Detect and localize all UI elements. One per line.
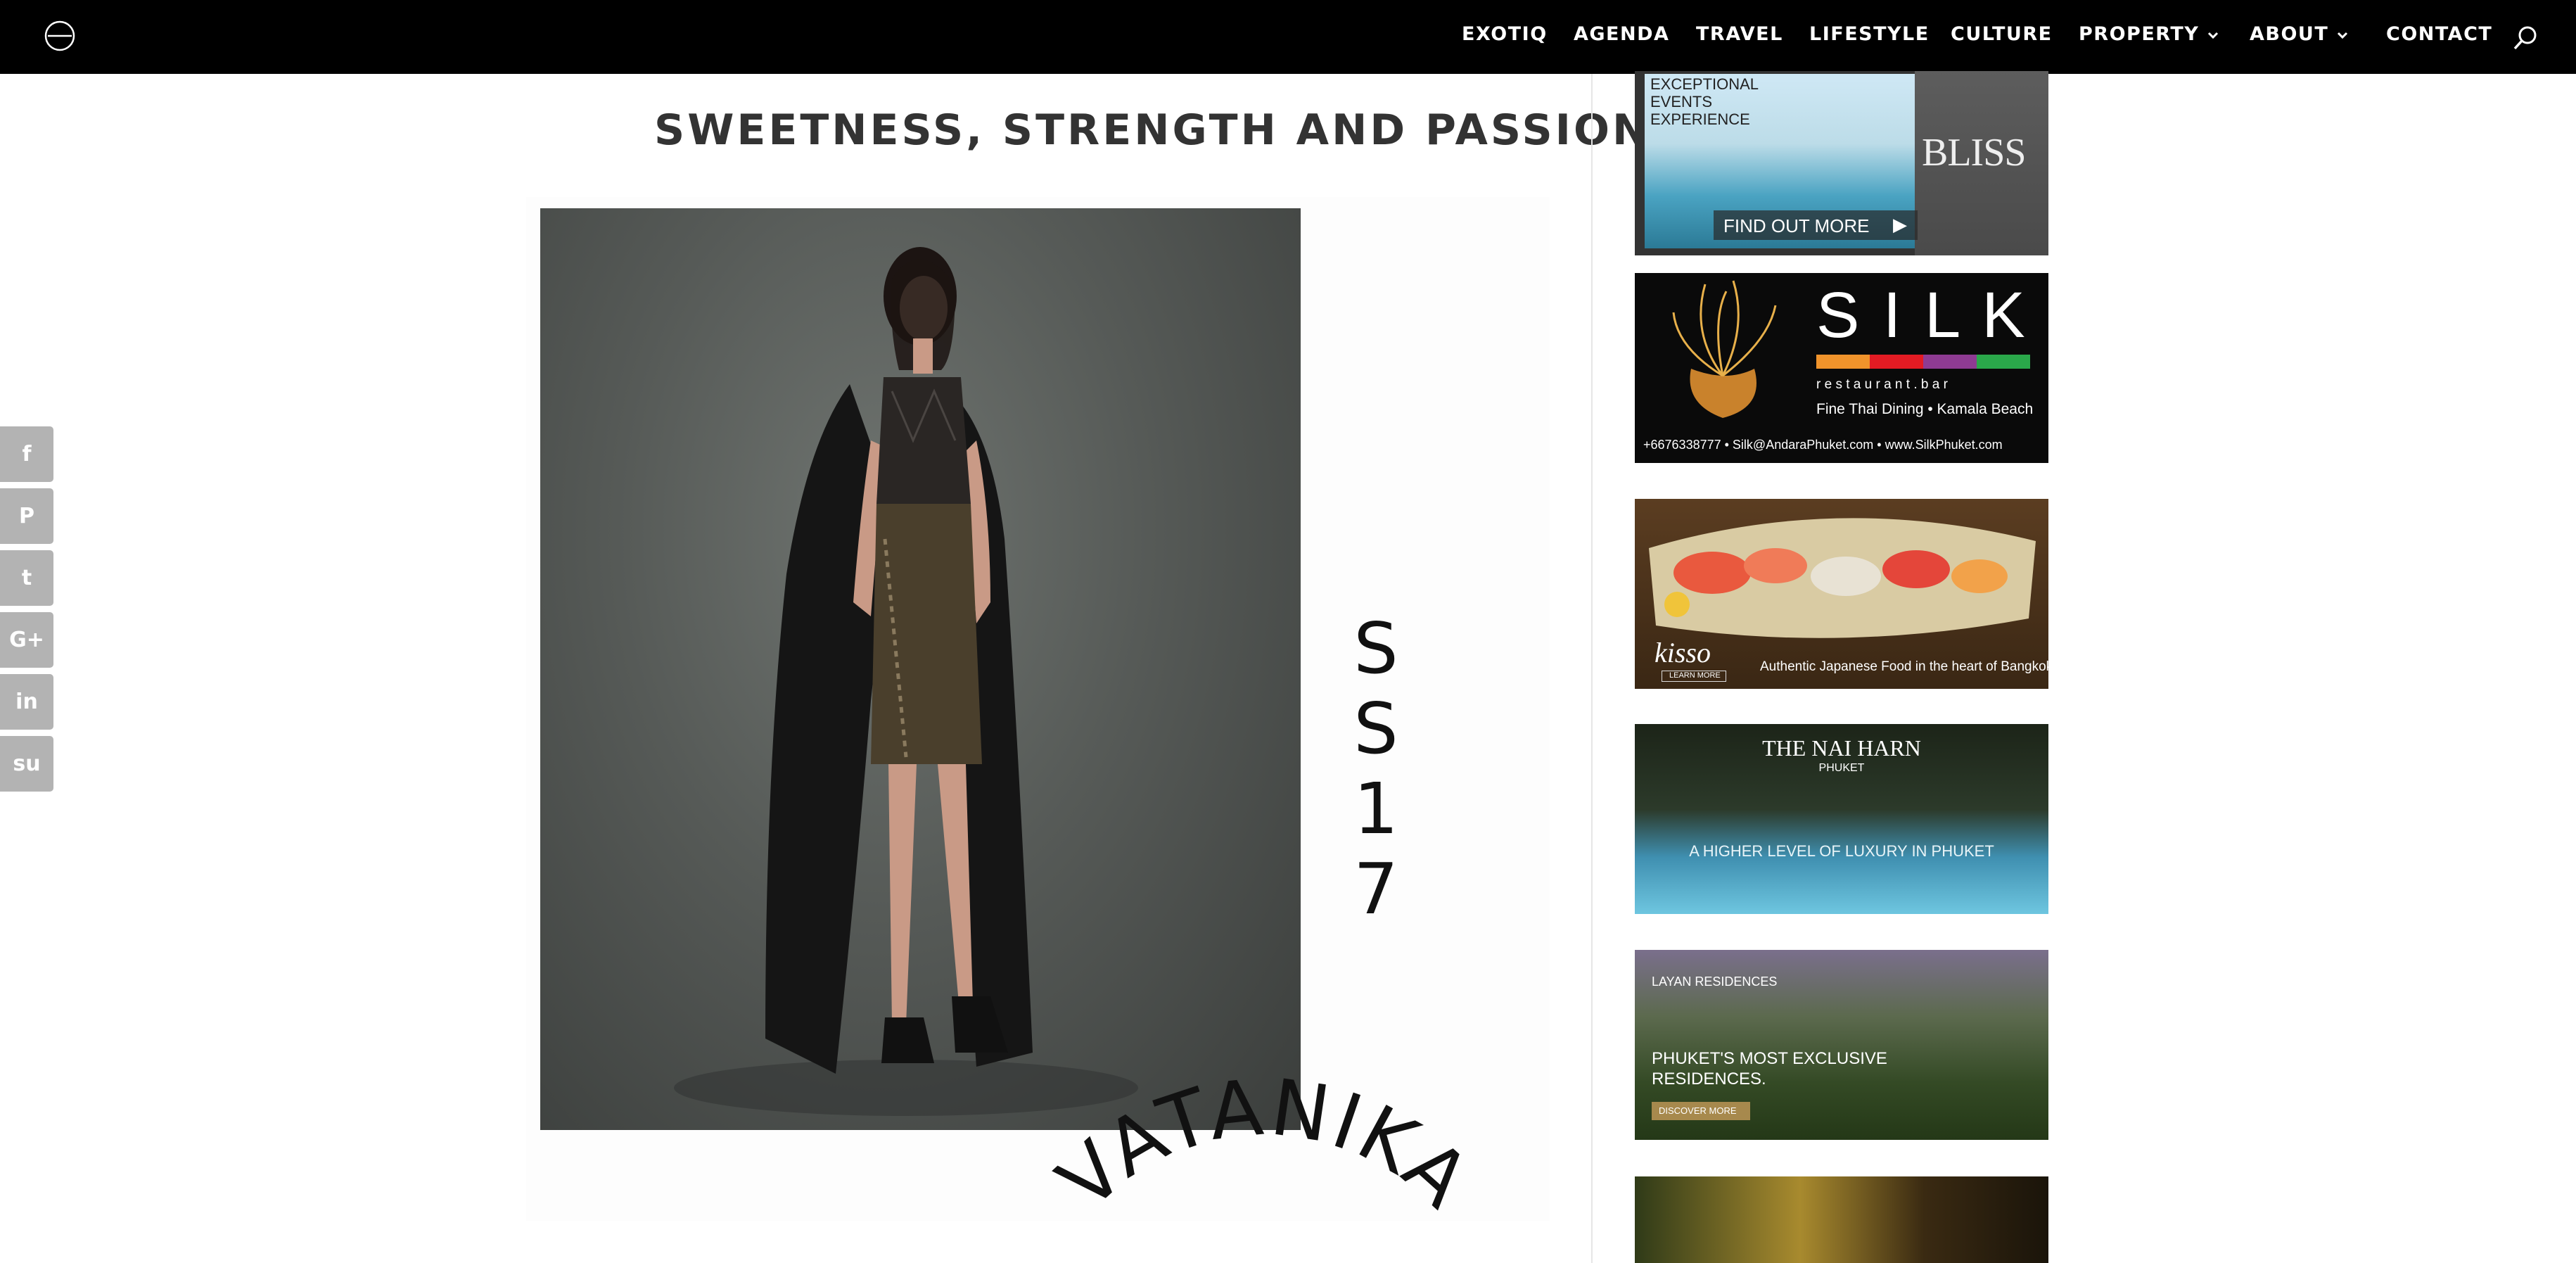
ad-silk-stripe-green — [1977, 355, 2030, 369]
ad-kisso-sashimi-image — [1649, 518, 2036, 638]
season-char: S — [1353, 687, 1398, 770]
ad-silk-subtitle: r e s t a u r a n t . b a r — [1816, 377, 1948, 392]
share-stumbleupon-button[interactable]: su — [0, 736, 53, 792]
ad-silk-dish-image — [1672, 280, 1777, 418]
top-navigation-bar: EXOTIQ AGENDA TRAVEL LIFESTYLE CULTURE P… — [0, 0, 2576, 74]
ad-bliss-headline-line: EXCEPTIONAL — [1650, 75, 1759, 93]
ad-kisso-cta-label: LEARN MORE — [1669, 671, 1721, 680]
ad-layan-cta-button[interactable]: DISCOVER MORE — [1652, 1102, 1750, 1120]
ad-bliss-brand: BLISS — [1922, 131, 2026, 174]
post-title: SWEETNESS, STRENGTH AND PASSION — [654, 106, 1651, 155]
ad-kisso-brand: kisso — [1654, 637, 1711, 668]
featured-image: S S 1 7 VATANIKA — [526, 197, 1550, 1226]
twitter-icon: t — [21, 565, 32, 590]
share-pinterest-button[interactable]: P — [0, 488, 53, 544]
nav-item-property-label: PROPERTY — [2079, 23, 2200, 45]
play-icon: ▶ — [1893, 214, 1907, 235]
ad-bliss-banner[interactable]: EXCEPTIONAL EVENTS EXPERIENCE FIND OUT M… — [1635, 71, 2048, 255]
ad-naiharn-banner[interactable]: THE NAI HARN PHUKET A HIGHER LEVEL OF LU… — [1635, 724, 2048, 914]
ad-bliss-cta-label: FIND OUT MORE — [1723, 215, 1870, 236]
share-twitter-button[interactable]: t — [0, 550, 53, 606]
nav-item-lifestyle[interactable]: LIFESTYLE — [1809, 23, 1930, 45]
share-facebook-button[interactable]: f — [0, 426, 53, 482]
svg-text:VATANIKA: VATANIKA — [1041, 1062, 1488, 1226]
stumbleupon-icon: su — [13, 751, 41, 776]
pinterest-icon: P — [19, 503, 34, 528]
ad-layan-headline: PHUKET'S MOST EXCLUSIVE RESIDENCES. — [1652, 1048, 1887, 1089]
ad-naiharn-brand: THE NAI HARN — [1762, 735, 1921, 761]
nav-item-culture[interactable]: CULTURE — [1951, 23, 2053, 45]
chevron-down-icon — [2338, 32, 2348, 39]
season-char: S — [1353, 607, 1398, 690]
nav-item-exotiq[interactable]: EXOTIQ — [1462, 23, 1548, 45]
ad-kisso-cta-button[interactable]: LEARN MORE — [1662, 671, 1726, 682]
ad-bliss-headline-line: EXPERIENCE — [1650, 110, 1750, 128]
facebook-icon: f — [22, 441, 32, 467]
site-logo[interactable] — [44, 20, 76, 52]
linkedin-icon: in — [15, 689, 38, 714]
share-googleplus-button[interactable]: G+ — [0, 612, 53, 668]
ad-layan-headline-line: PHUKET'S MOST EXCLUSIVE — [1652, 1049, 1887, 1068]
ad-silk-stripe-purple — [1923, 355, 1977, 369]
brand-wordmark-text: VATANIKA — [1041, 1062, 1486, 1226]
ad-naiharn-sub: PHUKET — [1818, 762, 1865, 774]
sidebar-divider — [1591, 74, 1593, 1263]
nav-item-travel[interactable]: TRAVEL — [1696, 23, 1783, 45]
ad-silk-stripe-orange — [1816, 355, 1870, 369]
ad-bliss-headline: EXCEPTIONAL EVENTS EXPERIENCE — [1650, 75, 1759, 128]
ad-silk-stripe-red — [1870, 355, 1923, 369]
ad-silk-contact: +6676338777 • Silk@AndaraPhuket.com • ww… — [1643, 438, 2003, 452]
ad-layan-banner[interactable]: LAYAN RESIDENCES PHUKET'S MOST EXCLUSIVE… — [1635, 950, 2048, 1140]
share-linkedin-button[interactable]: in — [0, 674, 53, 730]
nav-item-about-label: ABOUT — [2250, 23, 2329, 45]
season-char: 1 — [1353, 768, 1398, 850]
ad-layan-brand: LAYAN RESIDENCES — [1652, 975, 1778, 989]
nav-item-about[interactable]: ABOUT — [2250, 23, 2348, 45]
season-char: 7 — [1353, 848, 1398, 930]
ad-silk-brand: S I L K — [1816, 279, 2028, 351]
season-label: S S 1 7 — [1330, 609, 1422, 929]
ad-kisso-tagline: Authentic Japanese Food in the heart of … — [1760, 659, 2048, 674]
ad-silk-tagline: Fine Thai Dining • Kamala Beach — [1816, 401, 2034, 417]
ad-naiharn-tagline: A HIGHER LEVEL OF LUXURY IN PHUKET — [1689, 842, 1994, 860]
nav-item-contact[interactable]: CONTACT — [2386, 23, 2492, 45]
ad-hotel-banner-partial[interactable] — [1635, 1176, 2048, 1263]
ad-silk-banner[interactable]: S I L K r e s t a u r a n t . b a r Fine… — [1635, 273, 2048, 463]
brand-wordmark: VATANIKA — [1041, 1062, 1488, 1226]
nav-item-property[interactable]: PROPERTY — [2079, 23, 2219, 45]
nav-item-agenda[interactable]: AGENDA — [1574, 23, 1669, 45]
ad-layan-headline-line: RESIDENCES. — [1652, 1070, 1766, 1089]
google-plus-icon: G+ — [9, 627, 44, 652]
search-icon[interactable] — [2511, 24, 2539, 52]
ad-layan-cta-label: DISCOVER MORE — [1659, 1105, 1737, 1116]
chevron-down-icon — [2208, 32, 2219, 39]
ad-bliss-cta-button[interactable]: FIND OUT MORE ▶ — [1714, 210, 1918, 240]
ad-bliss-headline-line: EVENTS — [1650, 93, 1713, 110]
ad-kisso-banner[interactable]: kisso LEARN MORE Authentic Japanese Food… — [1635, 499, 2048, 689]
